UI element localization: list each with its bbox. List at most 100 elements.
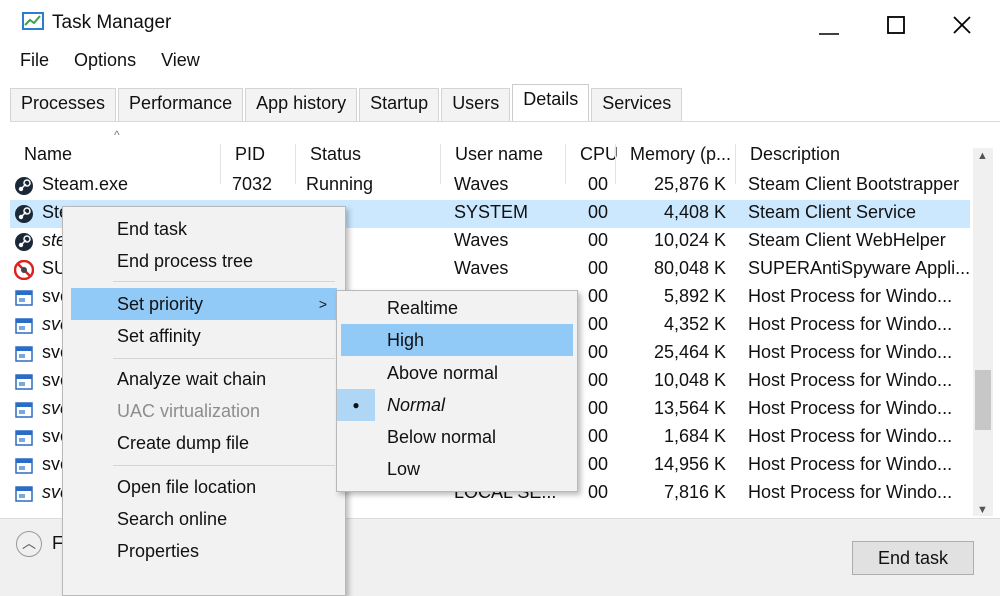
tab-startup[interactable]: Startup xyxy=(359,88,440,122)
priority-normal[interactable]: ● Normal xyxy=(337,389,577,421)
menu-item-search-online[interactable]: Search online xyxy=(63,503,345,535)
process-description: Host Process for Windo... xyxy=(748,342,953,362)
window-title: Task Manager xyxy=(52,12,172,33)
steam-icon xyxy=(15,205,33,223)
radio-selected-icon: ● xyxy=(337,389,375,421)
process-cpu: 00 xyxy=(588,398,609,418)
priority-low[interactable]: Low xyxy=(337,453,577,485)
vertical-scrollbar[interactable]: ▲ ▼ xyxy=(973,148,993,516)
tab-performance[interactable]: Performance xyxy=(118,88,244,122)
end-task-button[interactable]: End task xyxy=(852,541,974,575)
priority-normal-label: Normal xyxy=(387,395,446,415)
process-memory: 10,024 K xyxy=(653,230,726,250)
service-host-icon xyxy=(15,430,33,446)
process-memory: 13,564 K xyxy=(653,398,726,418)
process-memory: 4,408 K xyxy=(663,202,726,222)
process-description: Host Process for Windo... xyxy=(748,454,953,474)
title-bar: Task Manager xyxy=(0,0,1000,46)
tab-app-history[interactable]: App history xyxy=(245,88,358,122)
menu-item-open-file-location[interactable]: Open file location xyxy=(63,471,345,503)
tab-strip: Processes Performance App history Startu… xyxy=(10,84,684,122)
tab-processes[interactable]: Processes xyxy=(10,88,117,122)
process-description: Host Process for Windo... xyxy=(748,426,953,446)
menu-item-uac-virtualization: UAC virtualization xyxy=(117,401,261,421)
process-description: Host Process for Windo... xyxy=(748,286,953,306)
process-memory: 1,684 K xyxy=(663,426,726,446)
close-button[interactable] xyxy=(948,14,978,38)
process-memory: 25,464 K xyxy=(653,342,726,362)
sort-ascending-icon: ^ xyxy=(114,128,120,142)
tab-divider xyxy=(10,121,1000,122)
menu-options[interactable]: Options xyxy=(74,50,136,70)
steam-icon xyxy=(15,177,33,195)
collapse-chevron-icon[interactable]: ︿ xyxy=(16,531,42,557)
process-cpu: 00 xyxy=(588,202,609,222)
process-cpu: 00 xyxy=(588,314,609,334)
priority-below-normal[interactable]: Below normal xyxy=(337,421,577,453)
process-user: Waves xyxy=(454,258,509,278)
process-description: Steam Client Bootstrapper xyxy=(748,174,960,194)
process-user: Waves xyxy=(454,230,509,250)
priority-high[interactable]: High xyxy=(341,324,573,356)
process-memory: 10,048 K xyxy=(653,370,726,390)
process-memory: 80,048 K xyxy=(653,258,726,278)
menu-separator xyxy=(113,281,335,282)
menu-view[interactable]: View xyxy=(161,50,200,70)
menu-file[interactable]: File xyxy=(20,50,49,70)
menu-item-analyze-wait-chain[interactable]: Analyze wait chain xyxy=(63,363,345,395)
minimize-button[interactable] xyxy=(815,14,845,38)
process-description: Host Process for Windo... xyxy=(748,314,953,334)
context-menu: End task End process tree Set priority >… xyxy=(62,206,346,596)
maximize-button[interactable] xyxy=(882,14,912,38)
process-name: Steam.exe xyxy=(42,174,129,194)
process-description: SUPERAntiSpyware Appli... xyxy=(748,258,971,278)
service-host-icon xyxy=(15,402,33,418)
menu-item-set-affinity[interactable]: Set affinity xyxy=(63,320,345,352)
submenu-arrow-icon: > xyxy=(318,296,327,312)
antispyware-icon xyxy=(14,260,34,280)
menu-item-create-dump-file[interactable]: Create dump file xyxy=(63,427,345,459)
process-cpu: 00 xyxy=(588,342,609,362)
process-status: Running xyxy=(306,174,374,194)
menu-item-label: Set priority xyxy=(117,294,204,314)
menu-item-end-process-tree[interactable]: End process tree xyxy=(63,245,345,277)
task-manager-icon xyxy=(22,12,44,30)
table-header: ^ Name PID Status User name CPU Memory (… xyxy=(10,128,970,184)
process-memory: 14,956 K xyxy=(653,454,726,474)
process-user: Waves xyxy=(454,174,509,194)
process-description: Host Process for Windo... xyxy=(748,482,953,502)
process-cpu: 00 xyxy=(588,258,609,278)
table-row[interactable]: Steam.exe 7032 Running Waves 00 25,876 K Steam… xyxy=(10,172,970,200)
menu-separator xyxy=(113,358,335,359)
process-cpu: 00 xyxy=(588,370,609,390)
process-description: Steam Client Service xyxy=(748,202,917,222)
priority-above-normal[interactable]: Above normal xyxy=(337,357,577,389)
service-host-icon xyxy=(15,374,33,390)
service-host-icon xyxy=(15,290,33,306)
process-description: Host Process for Windo... xyxy=(748,398,953,418)
process-user: SYSTEM xyxy=(454,202,529,222)
scroll-up-icon[interactable]: ▲ xyxy=(977,150,988,162)
process-cpu: 00 xyxy=(588,482,609,502)
menu-item-set-priority[interactable]: Set priority > xyxy=(71,288,337,320)
process-cpu: 00 xyxy=(588,174,609,194)
process-memory: 5,892 K xyxy=(663,286,726,306)
tab-services[interactable]: Services xyxy=(591,88,683,122)
scrollbar-thumb[interactable] xyxy=(975,370,991,430)
service-host-icon xyxy=(15,458,33,474)
priority-realtime[interactable]: Realtime xyxy=(337,292,577,324)
scroll-down-icon[interactable]: ▼ xyxy=(977,504,988,516)
steam-icon xyxy=(15,233,33,251)
process-cpu: 00 xyxy=(588,454,609,474)
service-host-icon xyxy=(15,346,33,362)
tab-details[interactable]: Details xyxy=(512,84,590,122)
menu-item-end-task[interactable]: End task xyxy=(63,213,345,245)
process-cpu: 00 xyxy=(588,426,609,446)
process-memory: 25,876 K xyxy=(653,174,726,194)
process-description: Host Process for Windo... xyxy=(748,370,953,390)
tab-users[interactable]: Users xyxy=(441,88,511,122)
menu-separator xyxy=(113,465,335,466)
menu-item-properties[interactable]: Properties xyxy=(63,535,345,567)
menu-bar: File Options View xyxy=(20,50,220,74)
process-pid: 7032 xyxy=(232,174,273,194)
